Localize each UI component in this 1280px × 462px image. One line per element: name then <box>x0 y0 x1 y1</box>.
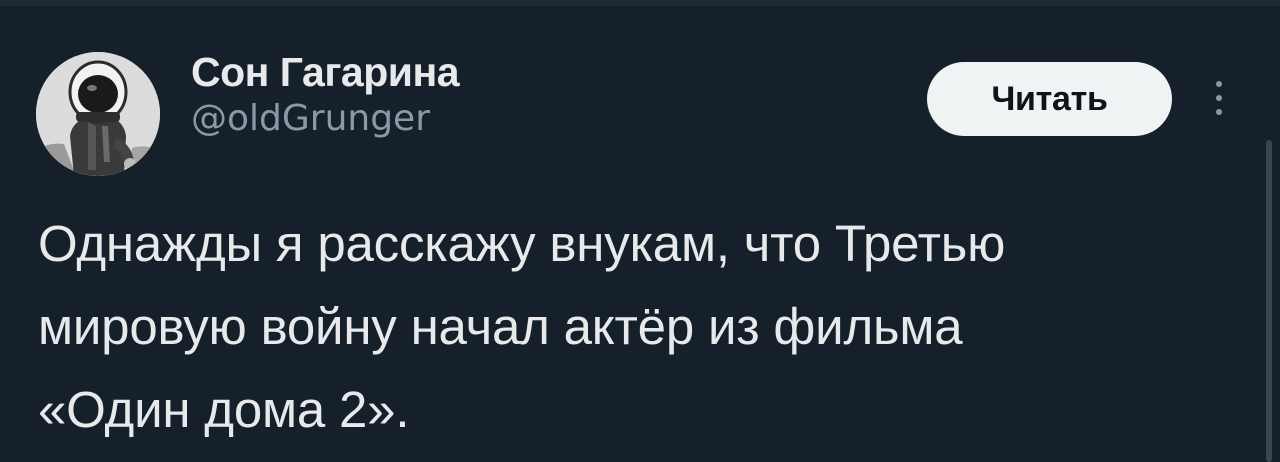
author-avatar[interactable] <box>36 52 160 176</box>
follow-button[interactable]: Читать <box>927 62 1172 136</box>
tweet-text-line: мировую войну начал актёр из фильма <box>38 298 963 355</box>
author-display-name[interactable]: Сон Гагарина <box>191 48 460 96</box>
author-info[interactable]: Сон Гагарина @oldGrunger <box>191 48 460 142</box>
tweet-text-line: «Один дома 2». <box>38 381 410 438</box>
more-vertical-icon[interactable] <box>1207 76 1231 120</box>
tweet-text-line: Однажды я расскажу внукам, что Третью <box>38 215 1006 272</box>
tweet-text: Однажды я расскажу внукам, что Третью ми… <box>38 202 1253 451</box>
tweet-card[interactable]: Сон Гагарина @oldGrunger Читать Однажды … <box>0 6 1280 462</box>
scrollbar[interactable] <box>1266 140 1272 462</box>
author-handle[interactable]: @oldGrunger <box>191 96 459 142</box>
astronaut-avatar-icon <box>36 52 160 176</box>
